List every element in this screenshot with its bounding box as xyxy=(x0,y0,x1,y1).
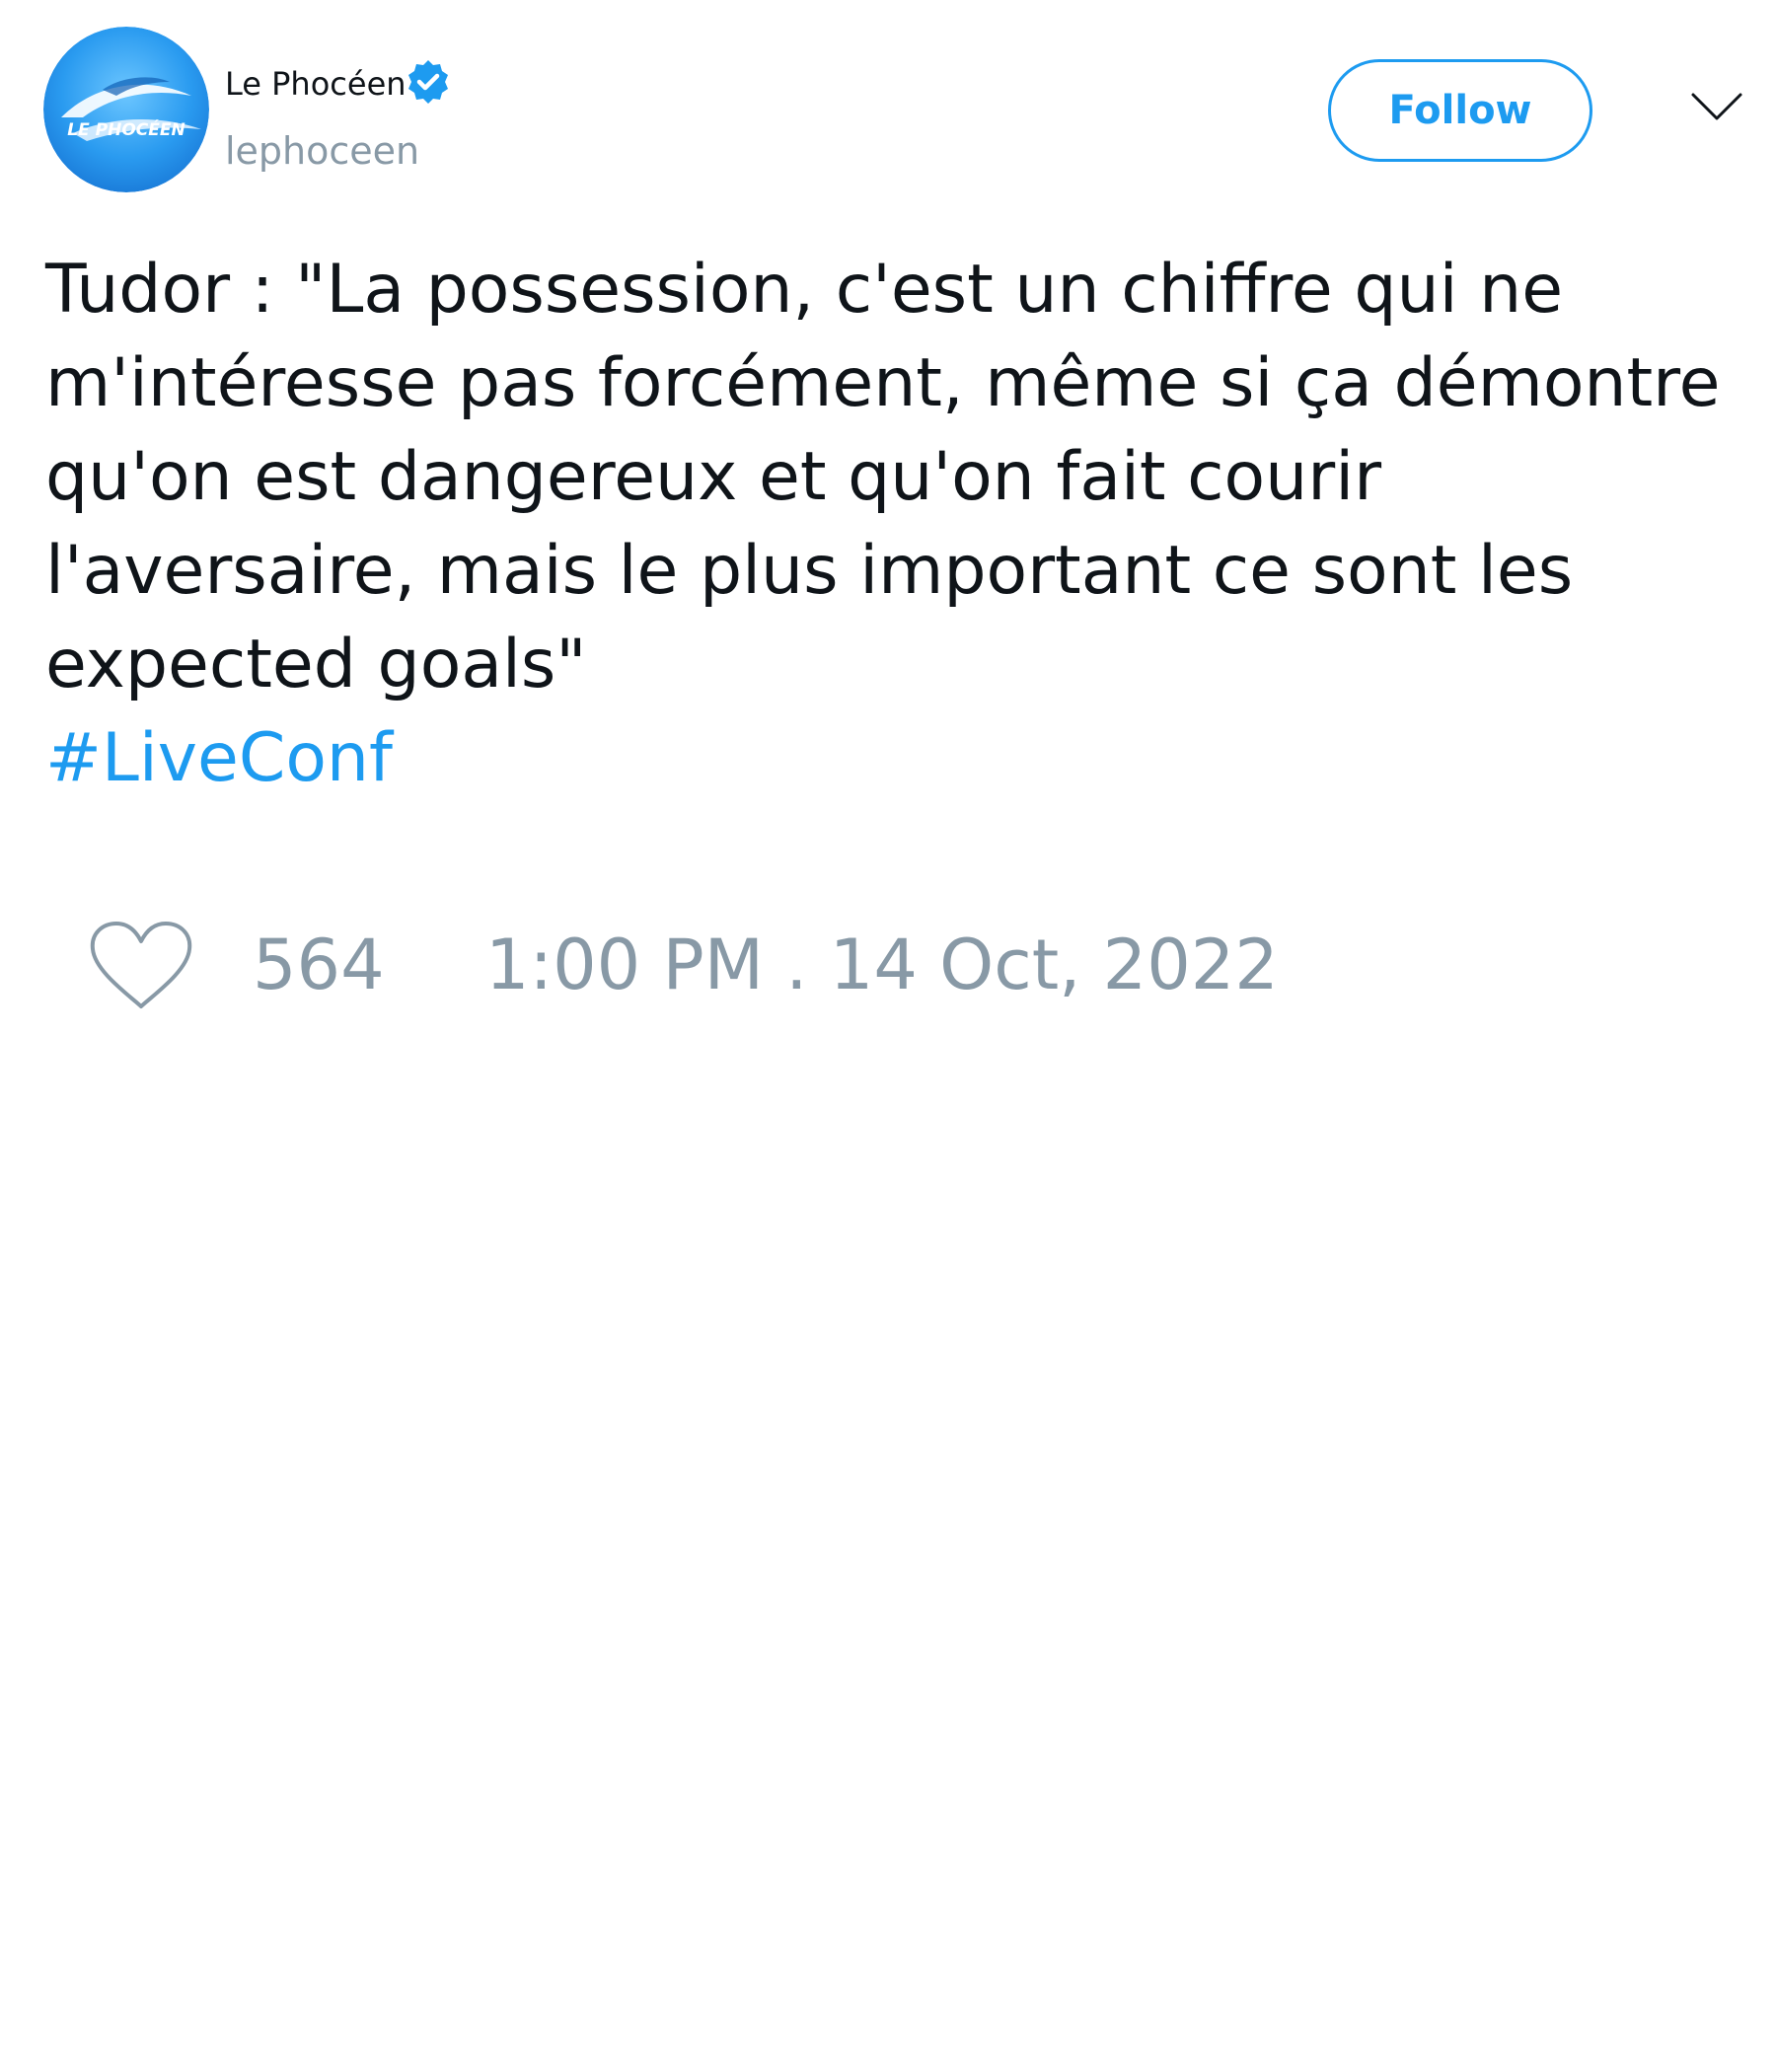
tweet-text: Tudor : "La possession, c'est un chiffre… xyxy=(45,251,1721,703)
verified-badge-icon xyxy=(408,60,448,104)
heart-icon[interactable] xyxy=(89,920,193,1010)
avatar[interactable]: LE PHOCÉEN xyxy=(43,27,209,192)
tweet-timestamp[interactable]: 1:00 PM . 14 Oct, 2022 xyxy=(485,921,1279,1009)
avatar-logo-text: LE PHOCÉEN xyxy=(67,118,185,140)
author-display-name[interactable]: Le Phocéen xyxy=(225,62,407,106)
le-phoceen-logo: LE PHOCÉEN xyxy=(43,27,209,192)
follow-button[interactable]: Follow xyxy=(1328,59,1592,162)
chevron-down-icon[interactable] xyxy=(1689,89,1744,128)
author-handle[interactable]: lephoceen xyxy=(225,126,419,176)
like-count: 564 xyxy=(253,925,385,1005)
hashtag-link[interactable]: #LiveConf xyxy=(45,711,393,805)
